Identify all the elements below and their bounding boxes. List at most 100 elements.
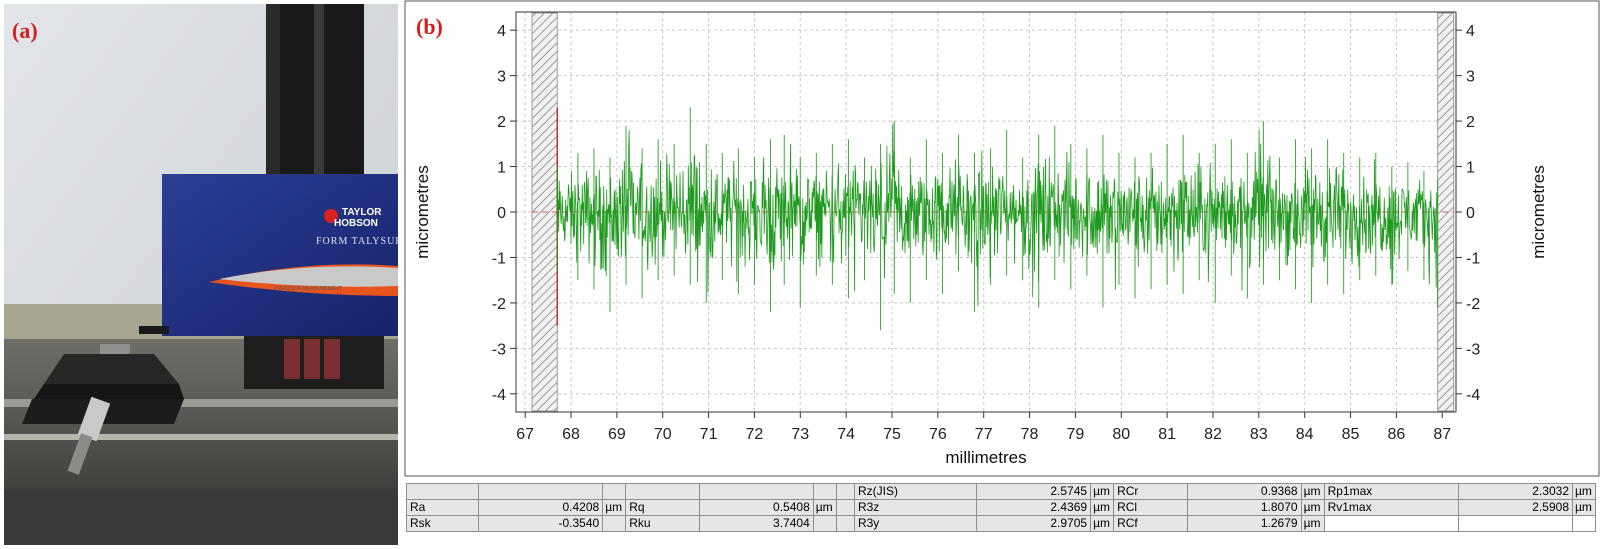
parameter-unit: µm	[1090, 515, 1115, 532]
parameter-name: RCl	[1113, 499, 1188, 516]
x-tick-label: 74	[837, 426, 855, 443]
x-tick-label: 78	[1021, 426, 1039, 443]
parameter-unit: µm	[1572, 499, 1596, 516]
parameter-name	[835, 515, 855, 532]
scale-caption: PRECISION MEASUREMENT	[274, 286, 342, 292]
parameter-name: Rku	[625, 515, 700, 532]
x-tick-label: 68	[562, 426, 580, 443]
parameter-value: 2.3032	[1458, 483, 1573, 500]
roughness-profile-chart: (b) 67 68 69 70 71 72 73 74 75 76 77 78 79 80 81 82 83 84…	[404, 0, 1600, 549]
parameter-value: 3.7404	[698, 515, 814, 532]
y-tick-label-left: 1	[497, 160, 506, 177]
y-tick-label-left: -3	[492, 341, 506, 358]
parameter-value: 0.4208	[478, 499, 604, 516]
parameter-unit: µm	[1572, 483, 1596, 500]
parameter-name	[625, 483, 700, 500]
y-tick-label-left: 2	[497, 114, 506, 131]
parameter-name: RCf	[1113, 515, 1188, 532]
parameter-name	[1458, 515, 1573, 532]
x-tick-label: 72	[746, 426, 764, 443]
x-tick-label: 83	[1250, 426, 1268, 443]
panel-b-label: (b)	[416, 14, 443, 39]
parameter-value: -0.3540	[478, 515, 604, 532]
x-axis-label: millimetres	[945, 448, 1026, 467]
parameter-name: Rsk	[405, 515, 480, 532]
parameter-unit	[812, 483, 837, 500]
x-tick-label: 82	[1204, 426, 1222, 443]
product-name: FORM TALYSURF	[316, 236, 398, 247]
parameter-unit	[602, 483, 627, 500]
parameter-unit: µm	[1090, 499, 1115, 516]
brand-line1: TAYLOR	[342, 207, 382, 218]
parameter-value: 1.8070	[1186, 499, 1302, 516]
y-tick-label-left: -2	[492, 296, 506, 313]
y-axis-label-left: micrometres	[413, 165, 432, 259]
parameter-name: Rp1max	[1323, 483, 1460, 500]
y-tick-label-right: 0	[1466, 205, 1475, 222]
x-tick-label: 73	[791, 426, 809, 443]
chart-svg: (b) 67 68 69 70 71 72 73 74 75 76 77 78 79 80 81 82 83 84…	[404, 0, 1600, 477]
parameter-name	[835, 483, 855, 500]
x-tick-label: 77	[975, 426, 993, 443]
parameter-unit: µm	[1300, 515, 1325, 532]
parameter-unit: µm	[812, 499, 837, 516]
x-tick-label: 80	[1112, 426, 1130, 443]
parameter-name: R3y	[853, 515, 978, 532]
y-tick-label-left: 3	[497, 69, 506, 86]
parameter-name: Rz(JIS)	[853, 483, 978, 500]
parameter-value: 2.4369	[976, 499, 1092, 516]
y-tick-label-left: 4	[497, 23, 506, 40]
x-tick-label: 75	[883, 426, 901, 443]
parameter-name	[835, 499, 855, 516]
parameter-row: Rsk -0.3540 Rku 3.7404 R3y 2.9705 µm RCf 1.2679 µ…	[405, 515, 1596, 532]
roughness-parameter-table: Rz(JIS) 2.5745 µm RCr 0.9368 µm Rp1max 2.3032 µm…	[405, 483, 1596, 532]
parameter-unit: µm	[602, 499, 627, 516]
y-axis-label-right: micrometres	[1529, 165, 1548, 259]
x-tick-label: 69	[608, 426, 626, 443]
parameter-unit: µm	[1300, 483, 1325, 500]
parameter-unit	[812, 515, 837, 532]
parameter-name	[405, 483, 480, 500]
x-tick-label: 79	[1067, 426, 1085, 443]
x-tick-label: 81	[1158, 426, 1176, 443]
instrument-photo: TAYLOR HOBSON FORM TALYSURF PRECISION ME…	[4, 4, 398, 545]
parameter-name: Rv1max	[1323, 499, 1460, 516]
x-tick-label: 71	[700, 426, 718, 443]
parameter-name	[1323, 515, 1460, 532]
y-tick-label-right: -2	[1466, 296, 1480, 313]
y-tick-label-right: 1	[1466, 160, 1475, 177]
y-tick-label-right: -3	[1466, 341, 1480, 358]
y-tick-label-right: 2	[1466, 114, 1475, 131]
y-tick-label-right: 4	[1466, 23, 1475, 40]
y-tick-label-right: -4	[1466, 387, 1480, 404]
x-tick-label: 76	[929, 426, 947, 443]
y-tick-label-left: -1	[492, 250, 506, 267]
parameter-value: 2.5745	[976, 483, 1092, 500]
x-tick-label: 85	[1342, 426, 1360, 443]
x-tick-label: 86	[1387, 426, 1405, 443]
parameter-value: 0.5408	[698, 499, 814, 516]
parameter-name	[698, 483, 814, 500]
parameter-row: Ra 0.4208 µm Rq 0.5408 µm R3z 2.4369 µm RCl 1.8070…	[405, 499, 1596, 516]
x-tick-label: 70	[654, 426, 672, 443]
parameter-name: RCr	[1113, 483, 1188, 500]
brand-line2: HOBSON	[334, 218, 378, 229]
parameter-value: 2.5908	[1458, 499, 1573, 516]
y-tick-label-left: -4	[492, 387, 506, 404]
x-tick-label: 84	[1296, 426, 1314, 443]
x-tick-label: 87	[1433, 426, 1451, 443]
parameter-unit	[1572, 515, 1596, 532]
parameter-unit: µm	[1090, 483, 1115, 500]
y-tick-label-left: 0	[497, 205, 506, 222]
parameter-value: 2.9705	[976, 515, 1092, 532]
y-tick-label-right: -1	[1466, 250, 1480, 267]
parameter-name: Ra	[405, 499, 480, 516]
parameter-unit: µm	[1300, 499, 1325, 516]
parameter-row: Rz(JIS) 2.5745 µm RCr 0.9368 µm Rp1max 2.3032 µm	[405, 483, 1596, 500]
parameter-unit	[602, 515, 627, 532]
parameter-value: 1.2679	[1186, 515, 1302, 532]
y-tick-label-right: 3	[1466, 69, 1475, 86]
x-tick-label: 67	[516, 426, 534, 443]
parameter-name: R3z	[853, 499, 978, 516]
parameter-name: Rq	[625, 499, 700, 516]
